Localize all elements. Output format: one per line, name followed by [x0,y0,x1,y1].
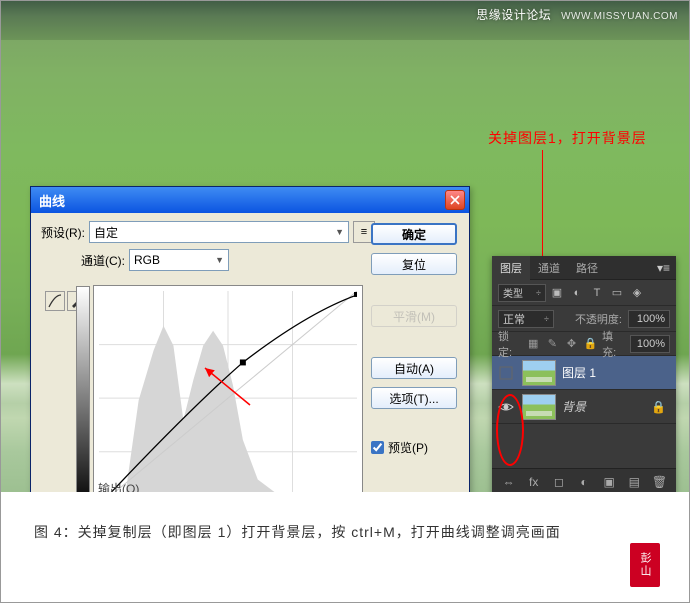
filter-type-icon[interactable]: T [588,284,606,302]
tab-channels[interactable]: 通道 [530,256,568,280]
author-seal: 彭山 [630,543,660,587]
cancel-button[interactable]: 复位 [371,253,457,275]
opacity-input[interactable]: 100% [628,310,670,328]
preset-label: 预设(R): [41,224,85,241]
fill-input[interactable]: 100% [630,335,670,353]
titlebar[interactable]: 曲线 [31,187,469,213]
options-button[interactable]: 选项(T)... [371,387,457,409]
panel-menu-icon[interactable]: ▾≡ [651,257,676,279]
preview-checkbox[interactable]: 预览(P) [371,439,457,456]
smooth-button: 平滑(M) [371,305,457,327]
visibility-toggle[interactable] [496,397,516,417]
output-gradient [76,286,90,510]
close-icon [450,195,460,205]
opacity-value: 100% [637,313,665,325]
chevron-down-icon: ▼ [215,255,224,265]
lock-pixels-icon[interactable]: ✎ [545,336,560,352]
filter-pixel-icon[interactable]: ▣ [548,284,566,302]
kind-label: 类型 [503,285,523,300]
trash-icon[interactable]: 🗑 [651,473,668,491]
layer-list: 图层 1 背景 🔒 [492,356,676,424]
ok-button[interactable]: 确定 [371,223,457,245]
watermark: 思缘设计论坛 WWW.MISSYUAN.COM [476,6,678,23]
watermark-cn: 思缘设计论坛 [476,8,551,22]
lock-label: 锁定: [498,328,522,360]
caption-text: 图 4：关掉复制层（即图层 1）打开背景层，按 ctrl+M，打开曲线调整调亮画… [34,522,561,542]
preview-label: 预览(P) [388,439,428,456]
new-layer-icon[interactable]: ▤ [626,473,643,491]
filter-shape-icon[interactable]: ▭ [608,284,626,302]
caption-area: 图 4：关掉复制层（即图层 1）打开背景层，按 ctrl+M，打开曲线调整调亮画… [0,492,690,603]
tab-paths[interactable]: 路径 [568,256,606,280]
filter-smart-icon[interactable]: ◈ [628,284,646,302]
layer-thumbnail [522,360,556,386]
lock-icon: 🔒 [651,400,666,414]
empty-eye-icon [499,366,513,380]
layer-name: 背景 [562,398,586,415]
layer-thumbnail [522,394,556,420]
layer-row[interactable]: 背景 🔒 [492,390,676,424]
auto-button[interactable]: 自动(A) [371,357,457,379]
mask-icon[interactable]: ◻ [550,473,567,491]
watermark-en: WWW.MISSYUAN.COM [561,11,678,22]
lock-position-icon[interactable]: ✥ [564,336,579,352]
chevron-down-icon: ÷ [544,314,549,324]
visibility-toggle[interactable] [496,363,516,383]
layer-row[interactable]: 图层 1 [492,356,676,390]
adjustment-icon[interactable]: ◐ [575,473,592,491]
channel-label: 通道(C): [81,252,125,269]
link-layers-icon[interactable]: ⇔ [500,473,517,491]
tab-layers[interactable]: 图层 [492,256,530,280]
blend-mode-value: 正常 [503,311,525,327]
lock-transparency-icon[interactable]: ▦ [526,336,541,352]
curves-dialog: 曲线 预设(R): 自定 ▼ ≡ 通道(C): RGB ▼ [30,186,470,516]
curve-tool-icon[interactable] [45,291,65,311]
fx-icon[interactable]: fx [525,473,542,491]
annotation-text: 关掉图层1，打开背景层 [488,128,647,148]
layer-name: 图层 1 [562,364,596,381]
preset-value: 自定 [94,224,118,241]
layer-kind-select[interactable]: 类型 ÷ [498,284,546,302]
close-button[interactable] [445,190,465,210]
channel-value: RGB [134,253,160,267]
blend-mode-select[interactable]: 正常 ÷ [498,310,554,328]
group-icon[interactable]: ▣ [601,473,618,491]
fill-value: 100% [637,338,665,350]
preview-checkbox-input[interactable] [371,441,384,454]
eye-icon [498,401,514,413]
filter-adjust-icon[interactable]: ◐ [568,284,586,302]
layers-panel: 图层 通道 路径 ▾≡ 类型 ÷ ▣ ◐ T ▭ ◈ 正常 ÷ 不透明度: 10… [492,256,676,494]
chevron-down-icon: ÷ [536,288,541,298]
red-arrow-annotation [195,360,255,410]
preset-select[interactable]: 自定 ▼ [89,221,349,243]
channel-select[interactable]: RGB ▼ [129,249,229,271]
chevron-down-icon: ▼ [335,227,344,237]
lock-all-icon[interactable]: 🔒 [583,336,598,352]
fill-label: 填充: [602,328,626,360]
dialog-title: 曲线 [35,191,445,210]
opacity-label: 不透明度: [575,311,622,327]
